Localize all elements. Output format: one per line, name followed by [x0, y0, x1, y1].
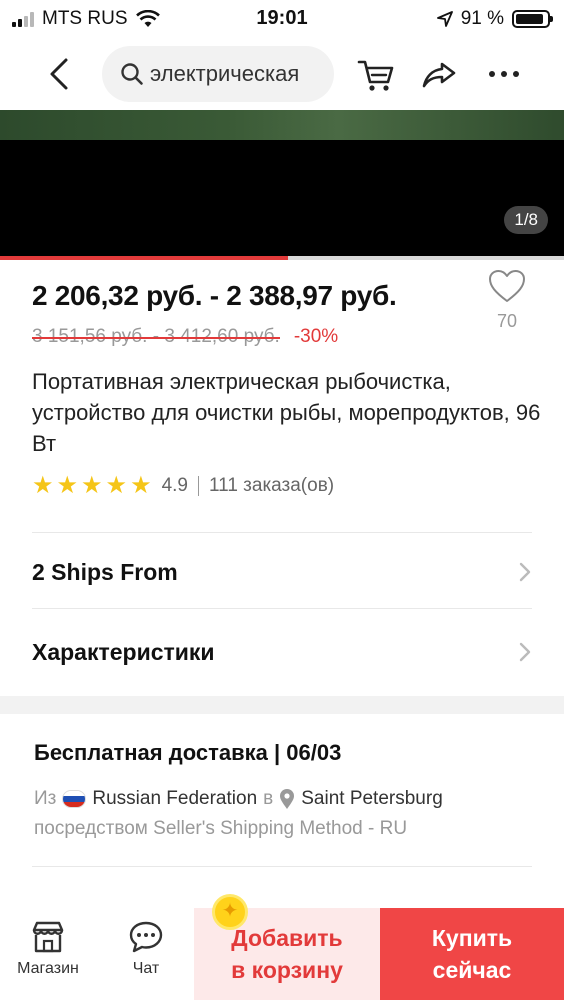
in-word: в — [263, 788, 274, 809]
rating-separator — [198, 476, 199, 496]
old-price-row: 3 151,56 руб. - 3 412,60 руб. -30% — [32, 326, 338, 348]
divider — [32, 608, 532, 609]
star-icon: ★ — [105, 472, 128, 499]
battery-percent: 91 % — [460, 8, 504, 29]
product-image-strip — [0, 110, 564, 140]
search-text: электрическая — [150, 61, 300, 86]
star-rating: ★ ★ ★ ★ ★ — [32, 474, 152, 498]
from-country: Russian Federation — [92, 788, 258, 809]
from-prefix: Из — [34, 788, 57, 809]
media-progress-fill — [0, 256, 288, 260]
to-city: Saint Petersburg — [301, 788, 443, 809]
ships-from-row[interactable]: 2 Ships From — [32, 534, 532, 610]
chevron-right-icon — [519, 562, 531, 582]
back-icon[interactable] — [42, 54, 78, 94]
chevron-right-icon — [519, 642, 531, 662]
shipping-title: Бесплатная доставка | 06/03 — [34, 740, 342, 765]
ships-from-label: 2 Ships From — [32, 558, 178, 585]
heart-icon — [489, 270, 525, 302]
specifications-row[interactable]: Характеристики — [32, 614, 532, 690]
shipping-origin[interactable]: Из Russian Federation в Saint Petersburg — [34, 788, 443, 810]
bottom-action-bar: Магазин Чат Добавить в корзину Купить се… — [0, 908, 564, 1000]
status-bar: MTS RUS 19:01 91 % — [0, 0, 564, 36]
favorite-button[interactable]: 70 — [486, 268, 528, 332]
media-counter: 1/8 — [504, 206, 548, 234]
orders-count: 111 заказа(ов) — [209, 475, 335, 496]
old-price: 3 151,56 руб. - 3 412,60 руб. — [32, 326, 280, 347]
shipping-method: посредством Seller's Shipping Method - R… — [34, 818, 408, 839]
share-icon[interactable] — [420, 54, 460, 94]
battery-icon — [512, 10, 553, 28]
buy-now-line1: Купить — [431, 925, 513, 951]
add-to-cart-line2: в корзину — [231, 957, 343, 983]
star-icon: ★ — [81, 472, 103, 499]
search-icon — [121, 63, 143, 85]
product-media[interactable]: 1/8 — [0, 110, 564, 260]
buy-now-line2: сейчас — [432, 957, 512, 983]
discount-badge: -30% — [293, 326, 339, 347]
media-progress — [0, 256, 564, 260]
location-arrow-icon — [436, 11, 453, 27]
store-tab[interactable]: Магазин — [8, 920, 88, 978]
chat-tab[interactable]: Чат — [110, 920, 182, 978]
divider — [32, 532, 532, 533]
rating-value: 4.9 — [161, 475, 188, 496]
buy-now-button[interactable]: Купить сейчас — [380, 908, 564, 1000]
divider — [32, 866, 532, 867]
chat-icon — [129, 921, 163, 953]
section-gap — [0, 696, 564, 714]
product-title: Портативная электрическая рыбочистка, ус… — [32, 369, 541, 456]
status-right: 91 % — [436, 8, 553, 30]
store-icon — [32, 921, 64, 953]
location-pin-icon — [280, 789, 295, 809]
favorites-count: 70 — [496, 311, 518, 331]
specifications-label: Характеристики — [32, 638, 215, 665]
star-icon: ★ — [130, 472, 152, 499]
rating-row[interactable]: ★ ★ ★ ★ ★ 4.9 111 заказа(ов) — [32, 474, 334, 498]
chat-label: Чат — [132, 960, 160, 977]
star-icon: ★ — [32, 472, 54, 499]
nav-bar: электрическая — [0, 40, 564, 108]
coin-icon[interactable]: ✦ — [212, 894, 248, 930]
cart-icon[interactable] — [356, 54, 396, 94]
star-icon: ★ — [56, 472, 79, 499]
russia-flag-icon — [62, 790, 87, 808]
more-icon[interactable] — [484, 54, 524, 94]
battery-fill — [516, 14, 544, 24]
search-input[interactable]: электрическая — [102, 46, 334, 102]
price-range: 2 206,32 руб. - 2 388,97 руб. — [32, 280, 397, 311]
store-label: Магазин — [17, 960, 79, 977]
